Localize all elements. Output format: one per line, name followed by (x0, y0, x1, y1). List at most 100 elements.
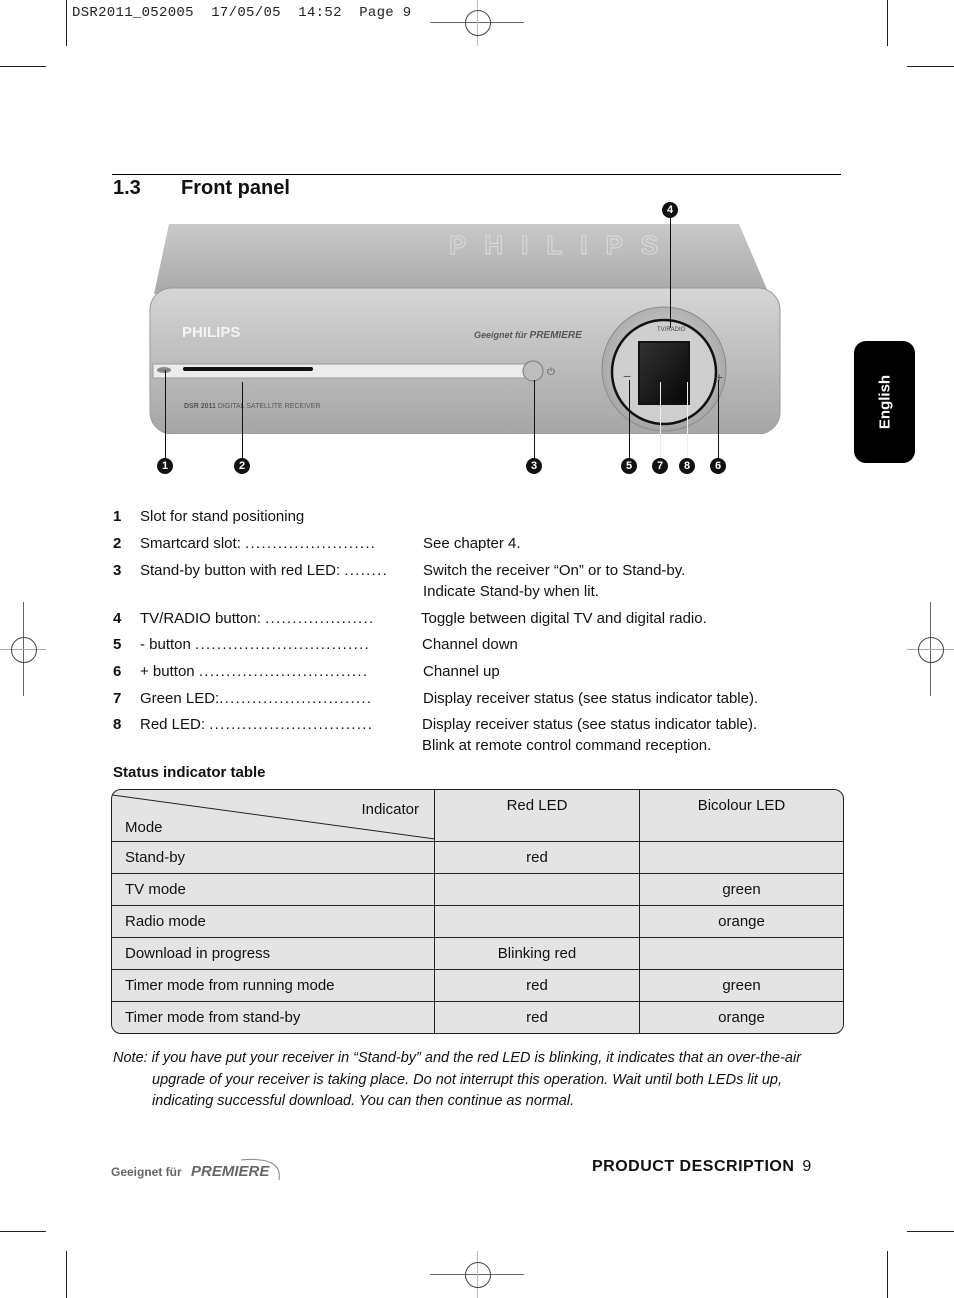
item-label: Smartcard slot: ........................ (140, 535, 377, 552)
note-line-1: Note: if you have put your receiver in “… (113, 1050, 802, 1066)
item-number: 1 (113, 508, 122, 525)
device-top-logo: PHILIPS (449, 230, 676, 260)
item-number: 5 (113, 636, 122, 653)
slug-file: DSR2011_052005 (72, 5, 194, 21)
callout-leader (629, 380, 630, 459)
note-line-2: upgrade of your receiver is taking place… (152, 1071, 783, 1088)
cell-mode: Radio mode (112, 905, 435, 939)
slug-time: 14:52 (298, 5, 342, 21)
footer-premiere-logo: Geeignet für PREMIERE (111, 1152, 286, 1191)
crop-mark (887, 0, 888, 46)
device-model: DSR 2011 DIGITAL SATELLITE RECEIVER (184, 403, 320, 410)
cell-red-led: red (434, 969, 640, 1003)
item-number: 6 (113, 663, 122, 680)
slug-page-num: 9 (402, 5, 412, 21)
table-row: Timer mode from stand-by red orange (112, 1001, 843, 1033)
item-number: 2 (113, 535, 122, 552)
plus-button: + (715, 369, 723, 385)
item-label: Slot for stand positioning (140, 508, 305, 525)
item-label: Stand-by button with red LED: ........ (140, 562, 389, 579)
cell-bicolour-led: orange (639, 1001, 843, 1033)
device-badge: Geeignet für PREMIERE (474, 330, 582, 341)
crop-mark (907, 66, 954, 67)
cell-red-led: red (434, 1001, 640, 1033)
status-table-title: Status indicator table (113, 764, 266, 781)
item-description: See chapter 4. (423, 535, 521, 552)
cell-mode: Timer mode from running mode (112, 969, 435, 1003)
callout-leader (534, 380, 535, 459)
status-indicator-table: Indicator Mode Red LED Bicolour LED Stan… (111, 789, 844, 1034)
table-row: Stand-by red (112, 840, 843, 875)
callout-1: 1 (157, 458, 173, 474)
display-window (638, 341, 690, 405)
table-row: Timer mode from running mode red green (112, 969, 843, 1003)
premiere-logo: Geeignet für PREMIERE (111, 1158, 280, 1181)
device-brand: PHILIPS (182, 324, 240, 341)
callout-6: 6 (710, 458, 726, 474)
cell-bicolour-led: green (639, 873, 843, 907)
item-label: + button ............................... (140, 663, 369, 680)
table-row: TV mode green (112, 873, 843, 907)
crop-mark (66, 0, 67, 46)
callout-leader (687, 382, 688, 459)
smartcard-slot (183, 367, 313, 371)
section-rule (112, 174, 841, 175)
crop-mark (0, 1231, 46, 1232)
callout-leader (242, 382, 243, 459)
cell-mode: Stand-by (112, 840, 435, 875)
section-title: Front panel (181, 177, 290, 199)
callout-7: 7 (652, 458, 668, 474)
language-tab-label: English (876, 374, 893, 430)
note-line-3: indicating successful download. You can … (152, 1093, 575, 1109)
header-indicator: Indicator (361, 800, 419, 818)
cell-bicolour-led: orange (639, 905, 843, 939)
callout-leader (165, 370, 166, 459)
header-red-led: Red LED (434, 790, 640, 842)
crop-mark (0, 66, 46, 67)
cell-red-led (434, 905, 640, 939)
item-number: 8 (113, 716, 122, 733)
cell-red-led (434, 873, 640, 907)
cell-red-led: red (434, 840, 640, 875)
tv-radio-button: TV/RADIO (657, 327, 686, 333)
callout-leader (660, 382, 661, 459)
standby-button (522, 360, 544, 382)
language-tab: English (854, 341, 915, 463)
table-row: Radio mode orange (112, 905, 843, 939)
note: Note: if you have put your receiver in “… (113, 1048, 833, 1113)
cell-red-led: Blinking red (434, 937, 640, 971)
callout-leader (670, 218, 671, 328)
table-header-row: Indicator Mode Red LED Bicolour LED (112, 790, 843, 842)
item-number: 4 (113, 610, 122, 627)
item-label: Green LED:............................ (140, 690, 373, 707)
section-number: 1.3 (113, 177, 141, 199)
callout-leader (718, 380, 719, 459)
stand-slot (157, 367, 171, 373)
cell-mode: Timer mode from stand-by (112, 1001, 435, 1033)
item-label: TV/RADIO button: .................... (140, 610, 375, 627)
item-description-line2: Indicate Stand-by when lit. (423, 583, 599, 600)
header-mode-indicator: Indicator Mode (112, 790, 435, 842)
callout-2: 2 (234, 458, 250, 474)
header-bicolour-led: Bicolour LED (639, 790, 843, 842)
item-number: 3 (113, 562, 122, 579)
footer-section-label: PRODUCT DESCRIPTION 9 (592, 1158, 812, 1176)
cell-bicolour-led: green (639, 969, 843, 1003)
item-description: Channel up (423, 663, 500, 680)
header-mode: Mode (125, 818, 163, 836)
cell-mode: Download in progress (112, 937, 435, 971)
callout-3: 3 (526, 458, 542, 474)
crop-mark (887, 1251, 888, 1298)
item-description: Toggle between digital TV and digital ra… (421, 610, 707, 627)
item-number: 7 (113, 690, 122, 707)
crop-mark (66, 1251, 67, 1298)
slug-date: 17/05/05 (211, 5, 281, 21)
item-label: Red LED: .............................. (140, 716, 374, 733)
callout-8: 8 (679, 458, 695, 474)
callout-5: 5 (621, 458, 637, 474)
item-description: Channel down (422, 636, 518, 653)
footer-section-title: PRODUCT DESCRIPTION (592, 1158, 795, 1175)
crop-mark (907, 1231, 954, 1232)
svg-text:Geeignet für: Geeignet für (111, 1165, 182, 1179)
cell-mode: TV mode (112, 873, 435, 907)
